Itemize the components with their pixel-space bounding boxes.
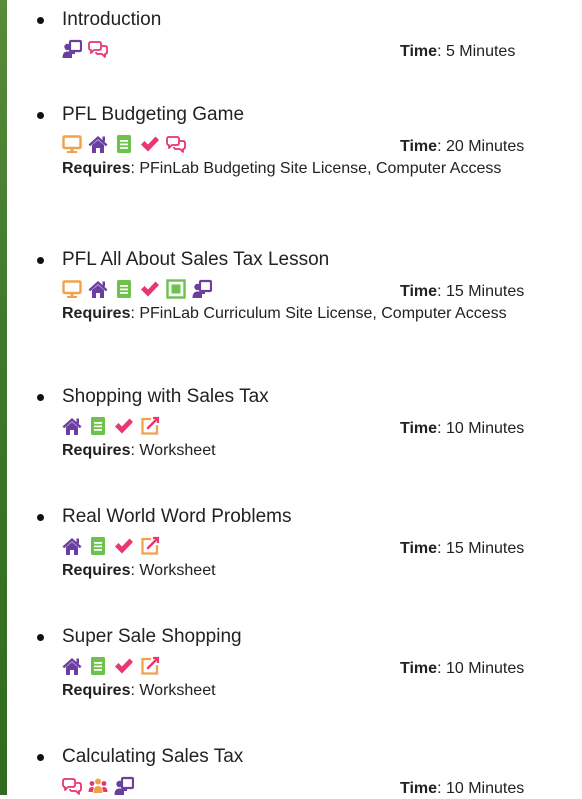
home-icon [88,279,108,299]
activity-time: Time: 10 Minutes [400,660,525,677]
presenter-icon [192,279,212,299]
monitor-icon [62,279,82,299]
activity-time: Time: 5 Minutes [400,43,516,60]
activity-icons [62,416,160,436]
activity-time: Time: 15 Minutes [400,540,525,557]
activity-icons [62,279,212,299]
checkmark-icon [140,134,160,154]
activity-requirements: Requires: Worksheet [62,442,216,459]
monitor-icon [62,134,82,154]
activity-time: Time: 10 Minutes [400,420,525,437]
presenter-icon [62,39,82,59]
book-icon [88,416,108,436]
bullet [37,514,44,521]
activity-title: PFL Budgeting Game [62,104,245,125]
speech-bubbles-icon [166,134,186,154]
home-icon [62,536,82,556]
bullet [37,257,44,264]
book-icon [88,536,108,556]
activity-title: Super Sale Shopping [62,626,242,647]
activity-title: Introduction [62,9,162,30]
checkmark-icon [114,416,134,436]
edit-icon [140,536,160,556]
activity-title: PFL All About Sales Tax Lesson [62,249,330,270]
bullet [37,17,44,24]
checkmark-icon [114,656,134,676]
book-icon [114,134,134,154]
activity-icons [62,536,160,556]
bullet [37,112,44,119]
bullet [37,394,44,401]
activity-icons [62,134,186,154]
home-icon [62,416,82,436]
activity-requirements: Requires: Worksheet [62,562,216,579]
activity-time: Time: 10 Minutes [400,780,525,797]
edit-icon [140,416,160,436]
activity-icons [62,39,108,59]
book-icon [114,279,134,299]
checkmark-icon [114,536,134,556]
home-icon [62,656,82,676]
activity-title: Real World Word Problems [62,506,292,527]
speech-bubbles-icon [62,776,82,796]
activity-requirements: Requires: PFinLab Budgeting Site License… [62,160,502,177]
speech-bubbles-icon [88,39,108,59]
presenter-icon [114,776,134,796]
left-edge-bar [0,0,7,795]
edit-icon [140,656,160,676]
activity-title: Shopping with Sales Tax [62,386,269,407]
activity-time: Time: 15 Minutes [400,283,525,300]
home-icon [88,134,108,154]
activity-icons [62,656,160,676]
activity-requirements: Requires: PFinLab Curriculum Site Licens… [62,305,507,322]
activity-title: Calculating Sales Tax [62,746,244,767]
expand-icon [166,279,186,299]
activity-icons [62,776,134,796]
book-icon [88,656,108,676]
bullet [37,754,44,761]
bullet [37,634,44,641]
activity-requirements: Requires: Worksheet [62,682,216,699]
activity-time: Time: 20 Minutes [400,138,525,155]
checkmark-icon [140,279,160,299]
group-icon [88,776,108,796]
